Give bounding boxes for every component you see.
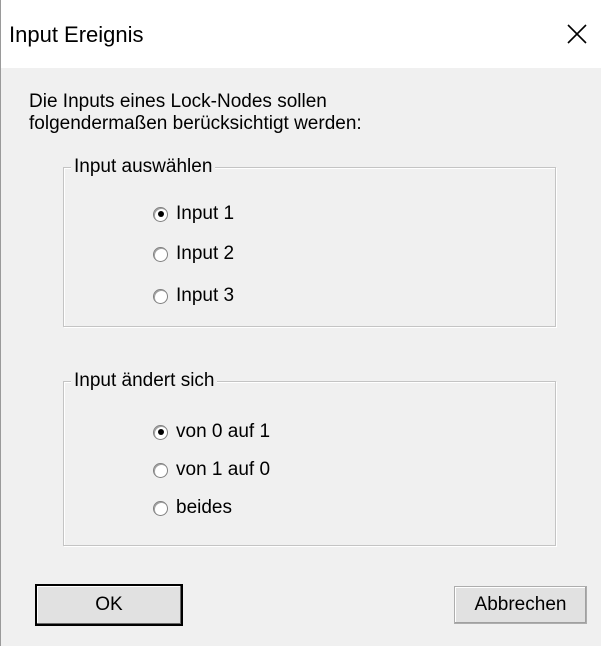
dialog-title: Input Ereignis: [9, 22, 144, 47]
radio-input-3-label: Input 3: [176, 285, 235, 306]
radio-change-1-to-0[interactable]: von 1 auf 0: [153, 459, 270, 481]
cancel-button[interactable]: Abbrechen: [454, 586, 587, 624]
radio-button-icon: [153, 206, 168, 222]
radio-change-0-to-1-label: von 0 auf 1: [176, 421, 271, 442]
radio-input-1[interactable]: Input 1: [153, 203, 234, 225]
radio-change-both-label: beides: [176, 497, 232, 518]
radio-input-2-label: Input 2: [176, 243, 235, 264]
ok-button[interactable]: OK: [35, 584, 183, 626]
description-line-2: folgendermaßen berücksichtigt werden:: [29, 113, 362, 134]
radio-button-icon: [153, 288, 168, 304]
radio-input-2[interactable]: Input 2: [153, 243, 234, 265]
radio-button-icon: [153, 500, 168, 516]
radio-input-3[interactable]: Input 3: [153, 285, 234, 307]
input-change-group: [63, 381, 556, 546]
radio-selected-dot: [157, 211, 164, 217]
input-select-group-legend: Input auswählen: [71, 156, 216, 178]
input-select-group: [63, 167, 556, 327]
input-change-group-legend: Input ändert sich: [71, 370, 218, 392]
radio-change-1-to-0-label: von 1 auf 0: [176, 459, 271, 480]
radio-button-icon: [153, 246, 168, 262]
description-line-1: Die Inputs eines Lock-Nodes sollen: [29, 91, 327, 112]
radio-button-icon: [153, 462, 168, 478]
radio-change-0-to-1[interactable]: von 0 auf 1: [153, 421, 270, 443]
radio-selected-dot: [157, 429, 164, 435]
radio-input-1-label: Input 1: [176, 203, 235, 224]
radio-button-icon: [153, 424, 168, 440]
title-bar: Input Ereignis: [1, 0, 601, 68]
dialog-window: Input Ereignis Die Inputs eines Lock-Nod…: [0, 0, 601, 646]
close-icon: [567, 24, 587, 44]
close-button[interactable]: [553, 10, 601, 58]
radio-change-both[interactable]: beides: [153, 497, 232, 519]
